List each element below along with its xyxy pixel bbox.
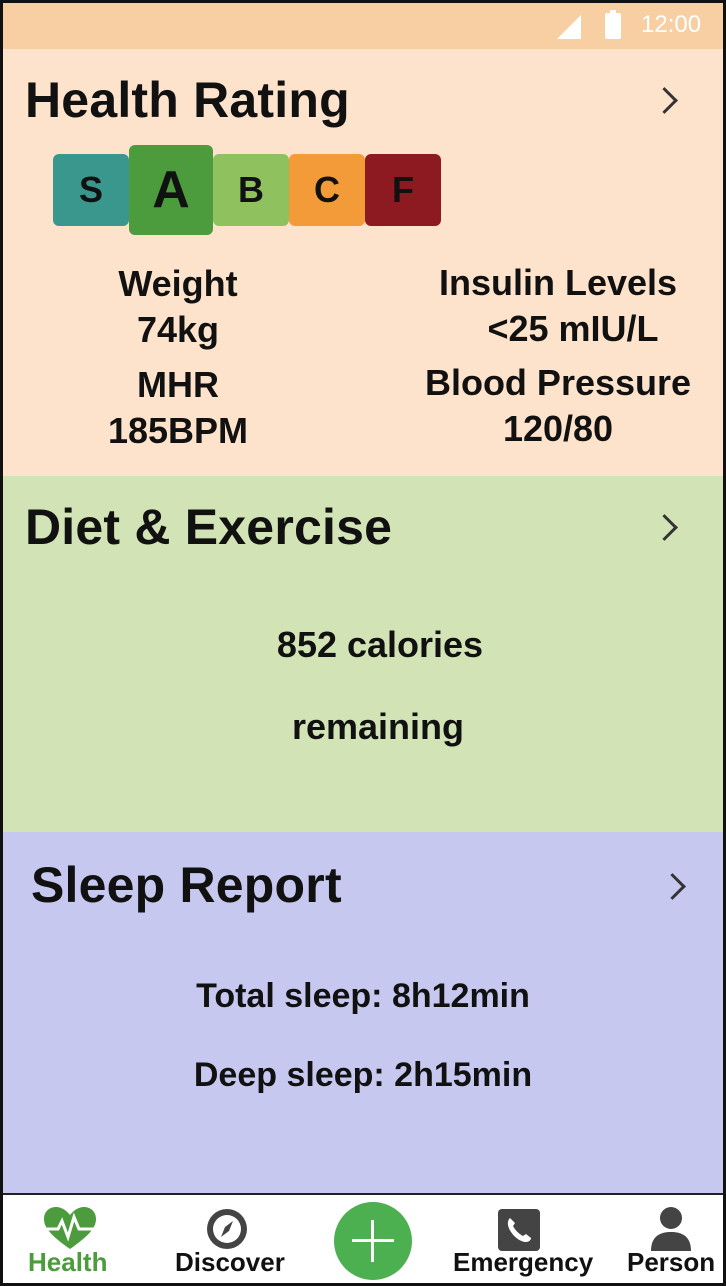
status-bar: 12:00 [3, 3, 723, 49]
grade-c: C [289, 154, 365, 226]
insulin-value: <25 mIU/L [487, 308, 659, 349]
insulin-metric: Insulin Levels <25 mIU/L [408, 260, 708, 352]
status-time: 12:00 [641, 11, 702, 38]
sleep-report-title: Sleep Report [31, 857, 342, 913]
bp-value: 120/80 [502, 408, 614, 449]
signal-icon [557, 15, 581, 39]
total-sleep-text: Total sleep: 8h12min [196, 977, 530, 1015]
insulin-label: Insulin Levels [438, 262, 678, 303]
phone-icon [498, 1209, 540, 1251]
chevron-right-icon[interactable] [655, 513, 675, 543]
grade-f-label: F [392, 169, 414, 210]
grade-a-label: A [152, 161, 190, 219]
add-button[interactable] [334, 1202, 412, 1280]
calories-remaining-label: remaining [291, 706, 465, 747]
nav-emergency-label: Emergency [453, 1247, 594, 1277]
mhr-label: MHR [137, 364, 219, 405]
phone-frame: 12:00 Health Rating S B C F A Weight 74k… [0, 0, 726, 1286]
weight-value: 74kg [136, 309, 220, 350]
grade-a-selected: A [129, 145, 213, 235]
grade-s-label: S [78, 169, 103, 210]
diet-exercise-card[interactable]: Diet & Exercise 852 calories remaining [3, 476, 723, 832]
calories-remaining-number: 852 calories [276, 624, 484, 665]
grade-f: F [365, 154, 441, 226]
chevron-right-icon[interactable] [655, 86, 675, 116]
nav-discover-label: Discover [175, 1247, 285, 1277]
deep-sleep-text: Deep sleep: 2h15min [193, 1056, 533, 1094]
bottom-nav: Health Discover Emergency Person [3, 1193, 723, 1283]
grade-s: S [53, 154, 129, 226]
grade-scale: S B C F A [53, 145, 453, 244]
nav-person[interactable]: Person [621, 1195, 721, 1283]
nav-emergency[interactable]: Emergency [451, 1195, 601, 1283]
blood-pressure-metric: Blood Pressure 120/80 [408, 360, 708, 452]
health-rating-card[interactable]: Health Rating S B C F A Weight 74kg MHR … [3, 49, 723, 476]
heart-pulse-icon [44, 1207, 96, 1249]
nav-person-label: Person [627, 1247, 716, 1277]
weight-metric: Weight 74kg [58, 261, 298, 353]
weight-label: Weight [118, 263, 238, 304]
bp-label: Blood Pressure [424, 362, 692, 403]
grade-b-label: B [238, 169, 264, 210]
mhr-value: 185BPM [107, 410, 249, 451]
health-rating-title: Health Rating [25, 72, 350, 128]
battery-icon [605, 10, 621, 39]
nav-health[interactable]: Health [21, 1195, 121, 1283]
person-icon [651, 1207, 691, 1251]
nav-health-label: Health [28, 1247, 108, 1277]
chevron-right-icon[interactable] [663, 872, 683, 902]
sleep-report-card[interactable]: Sleep Report Total sleep: 8h12min Deep s… [3, 832, 723, 1193]
nav-discover[interactable]: Discover [171, 1195, 291, 1283]
grade-b: B [213, 154, 289, 226]
diet-exercise-title: Diet & Exercise [25, 499, 393, 555]
grade-c-label: C [314, 169, 340, 210]
compass-icon [207, 1209, 247, 1249]
mhr-metric: MHR 185BPM [58, 362, 298, 454]
